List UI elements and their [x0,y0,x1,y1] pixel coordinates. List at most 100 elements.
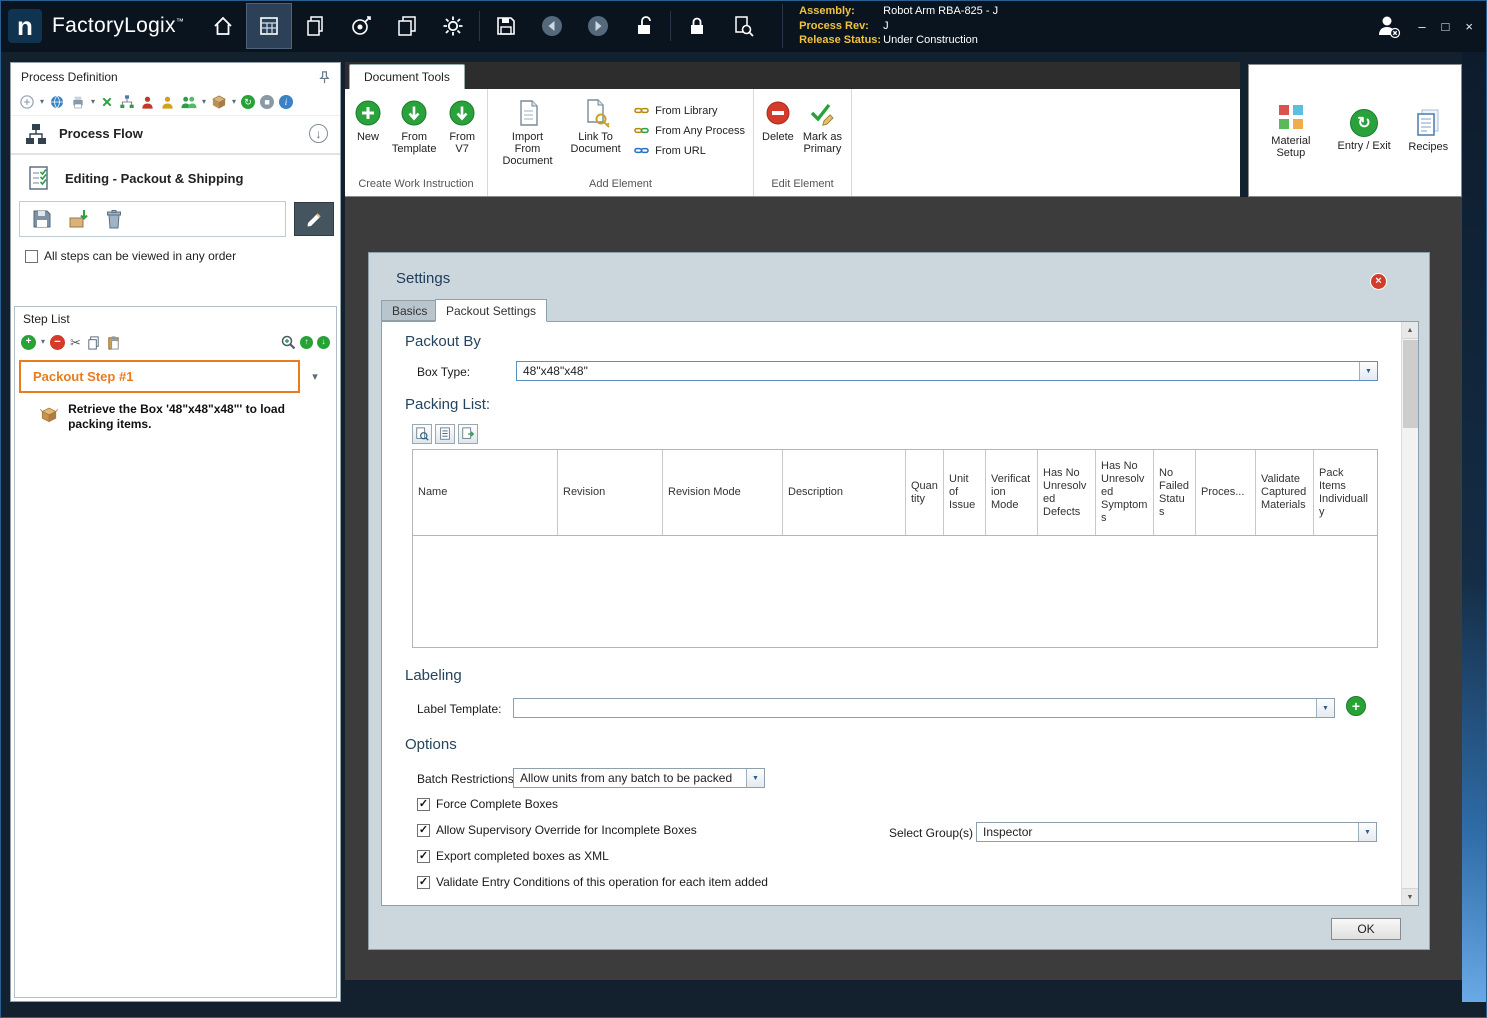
save-button[interactable] [483,3,529,49]
batch-restrictions-dropdown[interactable]: Allow units from any batch to be packed … [513,768,765,788]
chevron-down-icon[interactable]: ▾ [91,98,95,106]
export-list-button[interactable] [458,424,478,444]
new-button[interactable]: New [349,95,387,146]
target-button[interactable] [338,3,384,49]
add-process-button[interactable] [19,94,35,110]
settings-gear-button[interactable] [430,3,476,49]
column-header-validate-captured-materials[interactable]: Validate Captured Materials [1256,450,1314,535]
dropd own-arrow-icon[interactable]: ▼ [1316,699,1334,717]
pin-button[interactable] [317,70,332,85]
unlock-button[interactable] [621,3,667,49]
chevron-down-icon[interactable]: ▾ [41,338,45,346]
column-header-name[interactable]: Name [413,450,558,535]
operator-gold-button[interactable] [160,95,175,110]
move-step-up-button[interactable]: ↑ [300,335,313,349]
audit-search-button[interactable] [720,3,766,49]
home-button[interactable] [200,3,246,49]
process-tree-button[interactable] [119,94,135,110]
scroll-down-button[interactable]: ▼ [1402,888,1418,905]
maximize-button[interactable]: □ [1442,20,1450,33]
paste-button[interactable] [106,335,121,350]
add-label-template-button[interactable]: + [1346,696,1366,716]
from-v7-button[interactable]: From V7 [441,95,483,158]
dropdown-arrow-icon[interactable]: ▼ [746,769,764,787]
column-header-has-no-unresolved-defects[interactable]: Has No Unresolved Defects [1038,450,1096,535]
import-from-document-button[interactable]: Import From Document [492,95,563,170]
web-button[interactable] [49,94,65,110]
column-header-quantity[interactable]: Quantity [906,450,944,535]
chevron-down-icon[interactable]: ▾ [232,98,236,106]
delete-element-button[interactable]: Delete [758,95,798,146]
export-xml-checkbox[interactable]: ✓ [417,849,430,863]
scroll-up-button[interactable]: ▲ [1402,322,1418,339]
info-button[interactable]: i [279,95,294,109]
label-template-dropdown[interactable]: ▼ [513,698,1335,718]
column-header-revision[interactable]: Revision [558,450,663,535]
logout-user-button[interactable] [1374,12,1402,40]
active-step-item[interactable]: Packout Step #1 [19,360,300,393]
from-url-button[interactable]: From URL [634,143,745,158]
edit-work-instruction-button[interactable] [294,202,334,236]
find-item-button[interactable] [412,424,432,444]
edit-list-button[interactable] [435,424,455,444]
supervisory-override-checkbox[interactable]: ✓ [417,823,430,837]
import-step-button[interactable] [66,207,90,231]
process-definition-button[interactable] [246,3,293,49]
close-button[interactable]: × [1465,20,1473,33]
minimize-button[interactable]: – [1418,20,1425,33]
cut-button[interactable]: ✂ [70,336,81,349]
from-any-process-button[interactable]: From Any Process [634,123,745,138]
forward-button[interactable] [575,3,621,49]
remove-step-button[interactable]: − [50,334,66,350]
column-header-description[interactable]: Description [783,450,906,535]
copy-button[interactable] [86,335,101,350]
tab-basics[interactable]: Basics [381,300,439,321]
print-button[interactable] [70,94,86,110]
scrollbar-thumb[interactable] [1403,340,1418,428]
from-template-button[interactable]: From Template [387,95,441,158]
process-flow-row[interactable]: Process Flow ↓ [11,116,340,151]
from-library-button[interactable]: From Library [634,103,745,118]
settings-scrollbar[interactable]: ▲ ▼ [1401,322,1418,905]
material-setup-button[interactable]: Material Setup [1258,99,1324,162]
save-step-button[interactable] [30,207,54,231]
column-header-no-failed-status[interactable]: No Failed Status [1154,450,1196,535]
tab-packout-settings[interactable]: Packout Settings [435,299,548,322]
validate-entry-conditions-checkbox[interactable]: ✓ [417,875,430,889]
box-type-dropdown[interactable]: 48"x48"x48" ▼ [516,361,1378,381]
dropdown-arrow-icon[interactable]: ▼ [1358,823,1376,841]
column-header-has-no-unresolved-symptoms[interactable]: Has No Unresolved Symptoms [1096,450,1154,535]
force-complete-boxes-checkbox[interactable]: ✓ [417,797,430,811]
recipes-button[interactable]: Recipes [1404,105,1452,156]
dialog-close-button[interactable]: × [1370,273,1387,290]
step-description-row[interactable]: Retrieve the Box '48"x48"x48"' to load p… [15,393,336,432]
package-button[interactable] [211,94,227,110]
close-process-button[interactable] [100,95,114,109]
hold-button[interactable]: ■ [260,95,275,109]
pages-button[interactable] [384,3,430,49]
operator-red-button[interactable] [140,95,155,110]
move-step-down-button[interactable]: ↓ [317,335,330,349]
chevron-down-icon[interactable]: ▾ [202,98,206,106]
ok-button[interactable]: OK [1331,918,1401,940]
delete-step-button[interactable] [102,207,126,231]
entry-exit-button[interactable]: ↻ Entry / Exit [1334,106,1395,155]
collapse-flow-button[interactable]: ↓ [309,124,328,143]
step-expand-chevron[interactable]: ▾ [300,370,330,383]
column-header-process[interactable]: Proces... [1196,450,1256,535]
lock-button[interactable] [674,3,720,49]
back-button[interactable] [529,3,575,49]
tab-document-tools[interactable]: Document Tools [349,64,465,89]
order-checkbox[interactable] [25,249,38,263]
select-groups-dropdown[interactable]: Inspector ▼ [976,822,1377,842]
groups-button[interactable] [180,95,197,110]
column-header-pack-items-individually[interactable]: Pack Items Individually [1314,450,1377,535]
dropdown-arrow-icon[interactable]: ▼ [1359,362,1377,380]
column-header-verification-mode[interactable]: Verification Mode [986,450,1038,535]
add-step-button[interactable]: + [21,334,36,350]
link-to-document-button[interactable]: Link To Document [563,95,628,158]
column-header-revision-mode[interactable]: Revision Mode [663,450,783,535]
zoom-step-button[interactable] [280,334,296,350]
release-button[interactable]: ↻ [241,95,256,109]
documents-button[interactable] [292,3,338,49]
